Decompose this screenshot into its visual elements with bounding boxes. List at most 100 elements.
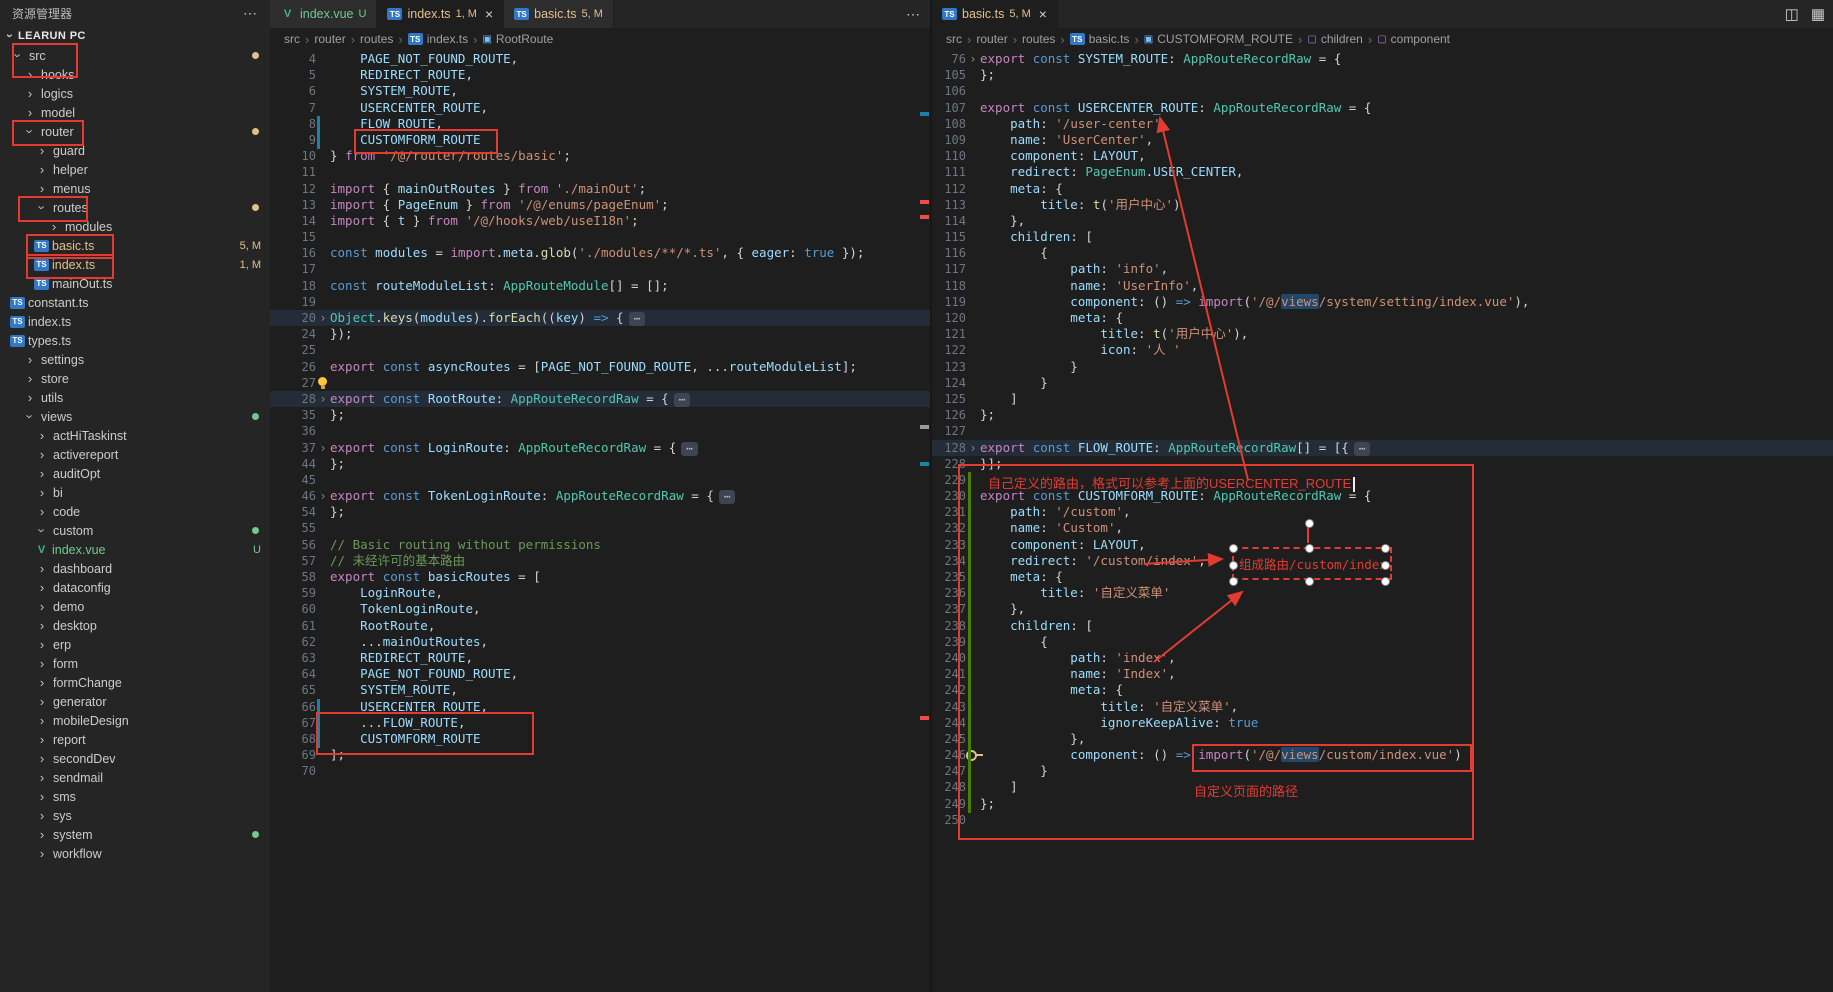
tree-item-erp[interactable]: ›erp: [0, 635, 270, 654]
line-number: 35: [270, 407, 316, 423]
tree-item-routes[interactable]: ›routes: [0, 198, 270, 217]
chevron-right-icon: ›: [34, 143, 50, 158]
tree-item-mobileDesign[interactable]: ›mobileDesign: [0, 711, 270, 730]
tree-item-types.ts[interactable]: TStypes.ts: [0, 331, 270, 350]
breadcrumb-item-index.ts[interactable]: TSindex.ts: [408, 32, 468, 46]
tree-item-desktop[interactable]: ›desktop: [0, 616, 270, 635]
tree-item-index.ts[interactable]: TSindex.ts: [0, 312, 270, 331]
tree-item-sys[interactable]: ›sys: [0, 806, 270, 825]
tree-item-activereport[interactable]: ›activereport: [0, 445, 270, 464]
tree-item-index.vue[interactable]: Vindex.vueU: [0, 540, 270, 559]
tree-item-logics[interactable]: ›logics: [0, 84, 270, 103]
tab-basic.ts[interactable]: TSbasic.ts5, M×: [932, 0, 1058, 28]
line-number: 121: [932, 326, 966, 342]
breadcrumb-item-router[interactable]: router: [976, 32, 1007, 46]
breadcrumb-item-routes[interactable]: routes: [1022, 32, 1055, 46]
tree-item-settings[interactable]: ›settings: [0, 350, 270, 369]
code-editor-index-ts[interactable]: 4 PAGE_NOT_FOUND_ROUTE,5 REDIRECT_ROUTE,…: [270, 50, 931, 992]
layout-icon[interactable]: ▦: [1811, 5, 1825, 23]
fold-chevron-icon[interactable]: ›: [316, 310, 330, 326]
tree-item-actHiTaskinst[interactable]: ›actHiTaskinst: [0, 426, 270, 445]
tree-item-label: menus: [53, 182, 91, 196]
code-editor-basic-ts[interactable]: 76›export const SYSTEM_ROUTE: AppRouteRe…: [932, 50, 1833, 992]
tree-item-menus[interactable]: ›menus: [0, 179, 270, 198]
annotation-textbox-route-note[interactable]: 组成路由/custom/index: [1232, 547, 1392, 580]
overview-ruler[interactable]: [920, 50, 929, 992]
tree-item-utils[interactable]: ›utils: [0, 388, 270, 407]
code-line-28: 28›export const RootRoute: AppRouteRecor…: [270, 391, 931, 407]
selection-handle[interactable]: [1305, 577, 1314, 586]
rotation-handle[interactable]: [1305, 519, 1314, 528]
tree-item-workflow[interactable]: ›workflow: [0, 844, 270, 863]
symbol-variable-icon: ▣: [482, 34, 491, 45]
tree-item-modules[interactable]: ›modules: [0, 217, 270, 236]
code-line-117: 117 path: 'info',: [932, 261, 1833, 277]
selection-handle[interactable]: [1229, 561, 1238, 570]
tree-item-basic.ts[interactable]: TSbasic.ts5, M: [0, 236, 270, 255]
key-lightbulb-icon[interactable]: [966, 750, 977, 761]
fold-chevron-icon[interactable]: ›: [316, 391, 330, 407]
fold-indicator: [966, 391, 980, 407]
tree-item-sms[interactable]: ›sms: [0, 787, 270, 806]
fold-indicator: [966, 537, 980, 553]
tree-item-dashboard[interactable]: ›dashboard: [0, 559, 270, 578]
close-icon[interactable]: ×: [1039, 6, 1047, 22]
tab-index.ts[interactable]: TSindex.ts1, M×: [377, 0, 504, 28]
tree-item-formChange[interactable]: ›formChange: [0, 673, 270, 692]
fold-chevron-icon[interactable]: ›: [316, 440, 330, 456]
tree-item-mainOut.ts[interactable]: TSmainOut.ts: [0, 274, 270, 293]
explorer-more-actions-button[interactable]: ⋯: [243, 5, 258, 22]
tree-item-helper[interactable]: ›helper: [0, 160, 270, 179]
fold-indicator: [316, 116, 330, 132]
tree-item-views[interactable]: ›views: [0, 407, 270, 426]
tree-item-bi[interactable]: ›bi: [0, 483, 270, 502]
split-editor-icon[interactable]: ◫: [1785, 5, 1799, 23]
tree-item-store[interactable]: ›store: [0, 369, 270, 388]
tree-item-report[interactable]: ›report: [0, 730, 270, 749]
selection-handle[interactable]: [1229, 544, 1238, 553]
tree-item-generator[interactable]: ›generator: [0, 692, 270, 711]
selection-handle[interactable]: [1381, 577, 1390, 586]
breadcrumb-item-children[interactable]: ▢children: [1307, 32, 1362, 46]
close-icon[interactable]: ×: [485, 6, 493, 22]
breadcrumb-item-src[interactable]: src: [946, 32, 962, 46]
tree-item-index.ts[interactable]: TSindex.ts1, M: [0, 255, 270, 274]
breadcrumb-item-src[interactable]: src: [284, 32, 300, 46]
line-number: 236: [932, 585, 966, 601]
lightbulb-icon[interactable]: [318, 377, 327, 386]
tree-item-secondDev[interactable]: ›secondDev: [0, 749, 270, 768]
tree-item-system[interactable]: ›system: [0, 825, 270, 844]
editor-more-actions-button[interactable]: ⋯: [906, 0, 921, 28]
tree-item-hooks[interactable]: ›hooks: [0, 65, 270, 84]
tree-item-sendmail[interactable]: ›sendmail: [0, 768, 270, 787]
tree-item-code[interactable]: ›code: [0, 502, 270, 521]
selection-handle[interactable]: [1305, 544, 1314, 553]
line-number: 123: [932, 359, 966, 375]
tree-item-dataconfig[interactable]: ›dataconfig: [0, 578, 270, 597]
fold-chevron-icon[interactable]: ›: [316, 488, 330, 504]
tab-index.vue[interactable]: Vindex.vueU: [270, 0, 377, 28]
breadcrumb-item-CUSTOMFORM_ROUTE[interactable]: ▣CUSTOMFORM_ROUTE: [1144, 32, 1293, 46]
tab-basic.ts[interactable]: TSbasic.ts5, M: [504, 0, 614, 28]
selection-handle[interactable]: [1229, 577, 1238, 586]
breadcrumb-item-basic.ts[interactable]: TSbasic.ts: [1070, 32, 1130, 46]
workspace-section-header[interactable]: › LEARUN PC: [0, 26, 270, 46]
fold-chevron-icon[interactable]: ›: [966, 440, 980, 456]
tree-item-src[interactable]: ›src: [0, 46, 270, 65]
breadcrumb-item-RootRoute[interactable]: ▣RootRoute: [482, 32, 553, 46]
tree-item-guard[interactable]: ›guard: [0, 141, 270, 160]
tree-item-form[interactable]: ›form: [0, 654, 270, 673]
selection-handle[interactable]: [1381, 544, 1390, 553]
selection-handle[interactable]: [1381, 561, 1390, 570]
tree-item-demo[interactable]: ›demo: [0, 597, 270, 616]
tree-item-custom[interactable]: ›custom: [0, 521, 270, 540]
fold-chevron-icon[interactable]: ›: [966, 51, 980, 67]
tree-item-model[interactable]: ›model: [0, 103, 270, 122]
tree-item-router[interactable]: ›router: [0, 122, 270, 141]
tree-item-constant.ts[interactable]: TSconstant.ts: [0, 293, 270, 312]
breadcrumb-item-router[interactable]: router: [314, 32, 345, 46]
breadcrumb-item-component[interactable]: ▢component: [1377, 32, 1450, 46]
tree-item-auditOpt[interactable]: ›auditOpt: [0, 464, 270, 483]
breadcrumb-item-routes[interactable]: routes: [360, 32, 393, 46]
fold-indicator: [966, 682, 980, 698]
